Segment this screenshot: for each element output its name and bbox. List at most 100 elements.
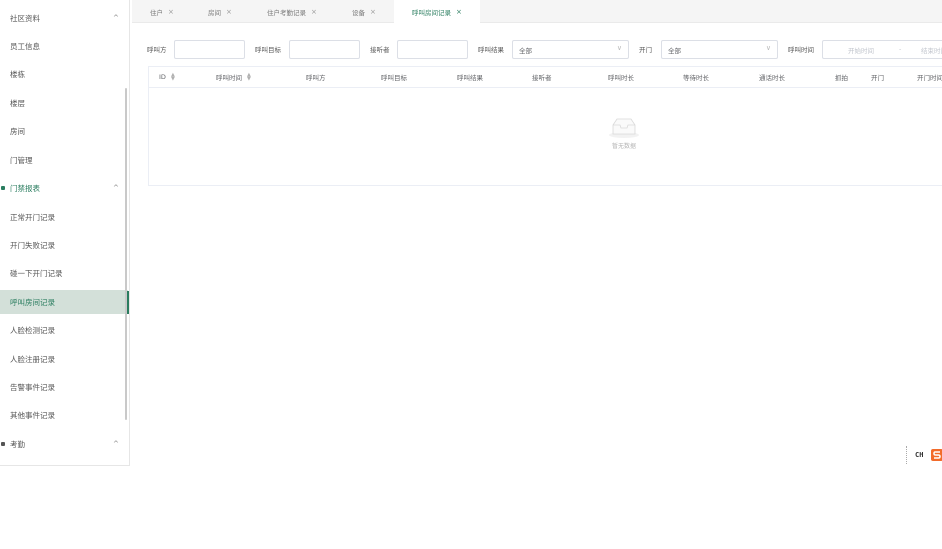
column-label: 抓拍 [835, 74, 848, 82]
caret-up-icon: ^ [113, 184, 119, 192]
sidebar-item-room[interactable]: 房间 [0, 119, 128, 143]
sidebar-item-normal-open-records[interactable]: 正常开门记录 [0, 205, 128, 229]
column-label: ID [159, 73, 166, 81]
sidebar-item-open-failure-records[interactable]: 开门失败记录 [0, 233, 128, 257]
tab-rooms[interactable]: 房间 × [208, 0, 232, 23]
column-label: 开门 [871, 74, 884, 82]
call-time-label: 呼叫时间 [788, 46, 814, 54]
caret-up-icon: ^ [113, 14, 119, 22]
column-label: 开门时间 [917, 74, 942, 82]
caret-up-icon: ^ [113, 440, 119, 448]
sidebar-item-label: 房间 [10, 126, 25, 136]
sidebar-group-label: 门禁报表 [10, 183, 40, 193]
sidebar-group-community[interactable]: 社区资料 ^ [0, 6, 128, 30]
tab-call-room-records[interactable]: 呼叫房间记录 × [394, 0, 480, 23]
sort-icon[interactable]: ▲ ▼ [171, 73, 175, 82]
sidebar-item-label: 员工信息 [10, 41, 40, 51]
sidebar-item-face-registration-records[interactable]: 人脸注册记录 [0, 347, 128, 371]
sidebar-item-floor[interactable]: 楼层 [0, 91, 128, 115]
close-icon[interactable]: × [168, 8, 174, 16]
sidebar-menu: 社区资料 ^ 员工信息 楼栋 楼层 房间 门管理 门禁报表 ^ 正常开门记录 开… [0, 0, 130, 466]
sidebar-item-face-detection-records[interactable]: 人脸检测记录 [0, 318, 128, 342]
column-header-snapshot: 抓拍 [835, 67, 848, 87]
call-time-range-picker[interactable]: 开始时间 - 结束时间 [822, 40, 942, 59]
sidebar-group-label: 考勤 [10, 439, 25, 449]
call-target-input[interactable] [289, 40, 360, 59]
sidebar-item-building[interactable]: 楼栋 [0, 62, 128, 86]
call-result-select[interactable]: 全部 ∨ [512, 40, 629, 59]
tab-label: 呼叫房间记录 [412, 8, 451, 17]
active-indicator [127, 291, 129, 314]
close-icon[interactable]: × [226, 8, 232, 16]
sidebar-item-label: 楼层 [10, 98, 25, 108]
tab-label: 房间 [208, 8, 221, 17]
tab-residents[interactable]: 住户 × [150, 0, 174, 23]
column-header-call-result: 呼叫结果 [457, 67, 483, 87]
ime-indicator[interactable]: CH [906, 446, 942, 464]
call-result-label: 呼叫结果 [478, 46, 504, 54]
divider [149, 87, 942, 88]
tab-label: 住户 [150, 8, 163, 17]
column-label: 呼叫时长 [608, 74, 634, 82]
column-label: 呼叫方 [306, 74, 326, 82]
chevron-down-icon: ∨ [616, 44, 622, 52]
select-value: 全部 [668, 47, 681, 55]
column-header-call-target: 呼叫目标 [381, 67, 407, 87]
sidebar-item-label: 人脸注册记录 [10, 354, 55, 364]
sogou-s-icon [931, 449, 942, 461]
sidebar-item-label: 人脸检测记录 [10, 325, 55, 335]
column-label: 接听者 [532, 74, 552, 82]
end-time-placeholder[interactable]: 结束时间 [921, 45, 942, 55]
column-header-open-door: 开门 [871, 67, 884, 87]
sidebar-item-label: 开门失败记录 [10, 240, 55, 250]
empty-state: 暂无数据 [599, 115, 649, 150]
sidebar-group-access-reports[interactable]: 门禁报表 ^ [0, 176, 128, 200]
tab-resident-attendance[interactable]: 住户考勤记录 × [267, 0, 317, 23]
column-label: 呼叫目标 [381, 74, 407, 82]
close-icon[interactable]: × [456, 8, 462, 16]
answerer-label: 接听者 [370, 46, 390, 54]
caller-label: 呼叫方 [147, 46, 167, 54]
sidebar-item-label: 其他事件记录 [10, 410, 55, 420]
start-time-placeholder[interactable]: 开始时间 [848, 45, 874, 55]
sidebar-item-call-room-records[interactable]: 呼叫房间记录 [0, 290, 128, 314]
sidebar-scrollbar[interactable] [125, 88, 127, 420]
caller-input[interactable] [174, 40, 245, 59]
column-label: 呼叫结果 [457, 74, 483, 82]
sidebar-item-label: 呼叫房间记录 [10, 297, 55, 307]
sort-icon[interactable]: ▲ ▼ [247, 73, 251, 82]
divider [0, 465, 129, 466]
empty-text: 暂无数据 [611, 143, 636, 150]
sidebar-item-other-event-records[interactable]: 其他事件记录 [0, 403, 128, 427]
column-label: 呼叫时间 [216, 74, 242, 82]
answerer-input[interactable] [397, 40, 468, 59]
column-header-id[interactable]: ID ▲ ▼ [159, 67, 175, 87]
sidebar-item-label: 门管理 [10, 155, 33, 165]
column-label: 等待时长 [683, 74, 709, 82]
range-separator: - [899, 45, 902, 53]
column-header-answerer: 接听者 [532, 67, 552, 87]
open-door-label: 开门 [639, 46, 652, 54]
sidebar-group-attendance[interactable]: 考勤 ^ [0, 432, 128, 456]
chevron-down-icon: ∨ [765, 44, 771, 52]
column-header-caller: 呼叫方 [306, 67, 326, 87]
sidebar-item-alarm-event-records[interactable]: 告警事件记录 [0, 375, 128, 399]
sidebar-item-tap-open-records[interactable]: 碰一下开门记录 [0, 261, 128, 285]
menu-dot-icon [1, 186, 5, 190]
column-header-wait-duration: 等待时长 [683, 67, 709, 87]
open-door-select[interactable]: 全部 ∨ [661, 40, 778, 59]
column-header-open-time: 开门时间 [917, 67, 942, 87]
sidebar-item-label: 告警事件记录 [10, 382, 55, 392]
sidebar-item-label: 正常开门记录 [10, 212, 55, 222]
column-header-call-time[interactable]: 呼叫时间 ▲ ▼ [216, 67, 251, 87]
empty-box-icon [609, 118, 639, 138]
sidebar-item-door-management[interactable]: 门管理 [0, 148, 128, 172]
sidebar-item-label: 楼栋 [10, 69, 25, 79]
sidebar-group-label: 社区资料 [10, 13, 40, 23]
tab-devices[interactable]: 设备 × [352, 0, 376, 23]
tab-label: 设备 [352, 8, 365, 17]
sidebar-item-label: 碰一下开门记录 [10, 268, 63, 278]
close-icon[interactable]: × [311, 8, 317, 16]
close-icon[interactable]: × [370, 8, 376, 16]
sidebar-item-staff[interactable]: 员工信息 [0, 34, 128, 58]
